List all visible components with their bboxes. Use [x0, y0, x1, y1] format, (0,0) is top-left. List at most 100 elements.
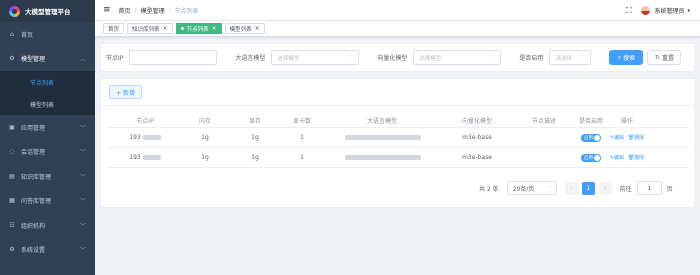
node-ip-value: 193: [129, 134, 141, 141]
refresh-icon: ↻: [654, 54, 660, 61]
goto-label: 前往: [619, 185, 632, 193]
page-unit-label: 页: [666, 185, 673, 193]
column-header: 显存: [248, 118, 261, 125]
vector-model-select-placeholder: 选择模型: [419, 55, 442, 62]
knowledge-icon: ▤: [9, 172, 15, 180]
llm-label: 大语言模型: [235, 55, 266, 62]
node-ip-cell: 193: [109, 148, 181, 167]
reset-button[interactable]: ↻ 重置: [647, 50, 682, 65]
enabled-switch[interactable]: 启用: [581, 133, 601, 142]
goto-page-input[interactable]: 1: [636, 181, 662, 195]
enabled-switch[interactable]: 启用: [581, 153, 601, 162]
gpu-count-cell: 1: [300, 134, 304, 141]
sidebar-item-label: 系统设置: [21, 247, 46, 255]
enabled-select-placeholder: 请选择: [555, 55, 572, 62]
caret-down-icon[interactable]: ▾: [687, 8, 690, 14]
delete-label: 删除: [634, 135, 645, 141]
page-number-current[interactable]: 1: [581, 181, 595, 195]
chevron-right-icon: ›: [603, 184, 607, 192]
sidebar-item-label: 组织机构: [21, 222, 46, 230]
tag-label: 模型列表: [229, 26, 252, 33]
chevron-down-icon: ﹀: [79, 173, 86, 181]
enabled-label: 是否启用: [519, 55, 544, 62]
redacted-text: [345, 135, 421, 140]
operations-cell: ✎编辑 🗑删除: [607, 128, 647, 147]
sidebar-item-chat-management[interactable]: ◌ 会话管理 ﹀: [0, 140, 95, 165]
memory-cell: 1g: [201, 154, 209, 161]
hamburger-icon[interactable]: ≡: [103, 5, 111, 15]
redacted-text: [142, 155, 161, 160]
page-size-select[interactable]: 20条/页 ﹀: [506, 181, 557, 195]
chevron-down-icon: ﹀: [79, 198, 86, 206]
switch-label: 启用: [584, 155, 593, 161]
user-name[interactable]: 系统管理员: [654, 6, 684, 15]
edit-button[interactable]: ✎编辑: [610, 154, 624, 161]
chevron-down-icon: ﹀: [79, 222, 86, 230]
add-button[interactable]: + 新增: [109, 85, 142, 99]
enabled-select[interactable]: 请选择 ﹀: [549, 50, 592, 65]
llm-select-placeholder: 选择模型: [277, 55, 300, 62]
vector-model-cell: m3e-base: [462, 154, 492, 161]
sidebar-item-knowledge-management[interactable]: ▤ 知识库管理 ﹀: [0, 164, 95, 189]
app-icon: ▣: [9, 123, 15, 131]
llm-cell: [323, 148, 441, 167]
tag-model-list[interactable]: 模型列表 ×: [224, 23, 265, 34]
close-icon[interactable]: ×: [255, 25, 260, 32]
column-header: 是否启用: [578, 118, 603, 125]
chevron-down-icon: ﹀: [79, 124, 86, 132]
chevron-up-icon: ︿: [79, 56, 86, 64]
sidebar-item-system-settings[interactable]: ⚙ 系统设置 ﹀: [0, 238, 95, 263]
sidebar-item-app-management[interactable]: ▣ 应用管理 ﹀: [0, 115, 95, 140]
llm-cell: [323, 128, 441, 147]
next-page-button[interactable]: ›: [598, 181, 612, 195]
column-header: 大语言模型: [366, 118, 397, 125]
gpu-count-cell: 1: [300, 154, 304, 161]
sidebar-item-organization[interactable]: ☷ 组织机构 ﹀: [0, 213, 95, 238]
operations-cell: ✎编辑 🗑删除: [607, 148, 647, 167]
enabled-cell: 启用: [575, 148, 607, 167]
breadcrumb-item[interactable]: 首页: [119, 6, 131, 15]
delete-button[interactable]: 🗑删除: [628, 134, 644, 141]
prev-page-button[interactable]: ‹: [564, 181, 578, 195]
sidebar-subitem-model-list[interactable]: 模型列表: [0, 93, 95, 115]
breadcrumb-separator: /: [134, 6, 137, 14]
sidebar-item-model-management[interactable]: ⚙ 模型管理 ︿: [0, 47, 95, 72]
vector-model-select[interactable]: 选择模型 ﹀: [413, 50, 502, 65]
sidebar-item-label: 应用管理: [21, 124, 46, 132]
description-cell: [513, 148, 575, 167]
sidebar-item-label: 知识库管理: [21, 173, 52, 181]
search-icon: ⌕: [617, 53, 622, 61]
avatar[interactable]: [641, 6, 651, 15]
column-header: 节点IP: [136, 118, 154, 125]
tag-node-list[interactable]: 节点列表 ×: [175, 23, 222, 34]
breadcrumb-item[interactable]: 模型管理: [141, 6, 165, 15]
close-icon[interactable]: ×: [212, 25, 217, 32]
logo[interactable]: 大模型管理平台: [0, 0, 95, 22]
sidebar-item-home[interactable]: ⌂ 首页: [0, 22, 95, 47]
tag-label: 首页: [108, 26, 120, 33]
chevron-down-icon: ﹀: [580, 55, 586, 61]
edit-label: 编辑: [613, 135, 624, 141]
tag-knowledge-list[interactable]: 知识库列表 ×: [127, 23, 173, 34]
fullscreen-icon[interactable]: ⛶: [626, 6, 632, 16]
search-button[interactable]: ⌕ 搜索: [609, 50, 644, 65]
column-header: 向量化模型: [461, 118, 492, 125]
table-header: 节点IP 内存 显存 显卡数 大语言模型 向量化模型 节点描述 是否启用 操作: [109, 114, 689, 128]
tag-label: 节点列表: [186, 26, 209, 33]
sidebar: 大模型管理平台 ⌂ 首页 ⚙ 模型管理 ︿ 节点列表 模型列表 ▣ 应用管理 ﹀…: [0, 0, 95, 275]
sidebar-item-label: 问答库管理: [21, 198, 52, 206]
delete-button[interactable]: 🗑删除: [628, 154, 644, 161]
edit-button[interactable]: ✎编辑: [610, 134, 624, 141]
llm-select[interactable]: 选择模型 ﹀: [271, 50, 360, 65]
table-row: 193 1g 1g 1 m3e-base 启用 ✎编辑 🗑删除: [109, 148, 689, 168]
table-card: + 新增 节点IP 内存 显存 显卡数 大语言模型 向量化模型 节点描述 是否启…: [100, 78, 695, 208]
node-ip-input[interactable]: [129, 50, 218, 65]
sidebar-subitem-node-list[interactable]: 节点列表: [0, 71, 95, 93]
sidebar-item-qa-management[interactable]: ▦ 问答库管理 ﹀: [0, 189, 95, 214]
close-icon[interactable]: ×: [163, 25, 168, 32]
tag-home[interactable]: 首页: [103, 23, 125, 34]
table-row: 193 1g 1g 1 m3e-base 启用 ✎编辑 🗑删除: [109, 128, 689, 148]
search-button-label: 搜索: [623, 55, 636, 62]
vector-model-label: 向量化模型: [377, 55, 408, 62]
chat-icon: ◌: [9, 148, 15, 156]
